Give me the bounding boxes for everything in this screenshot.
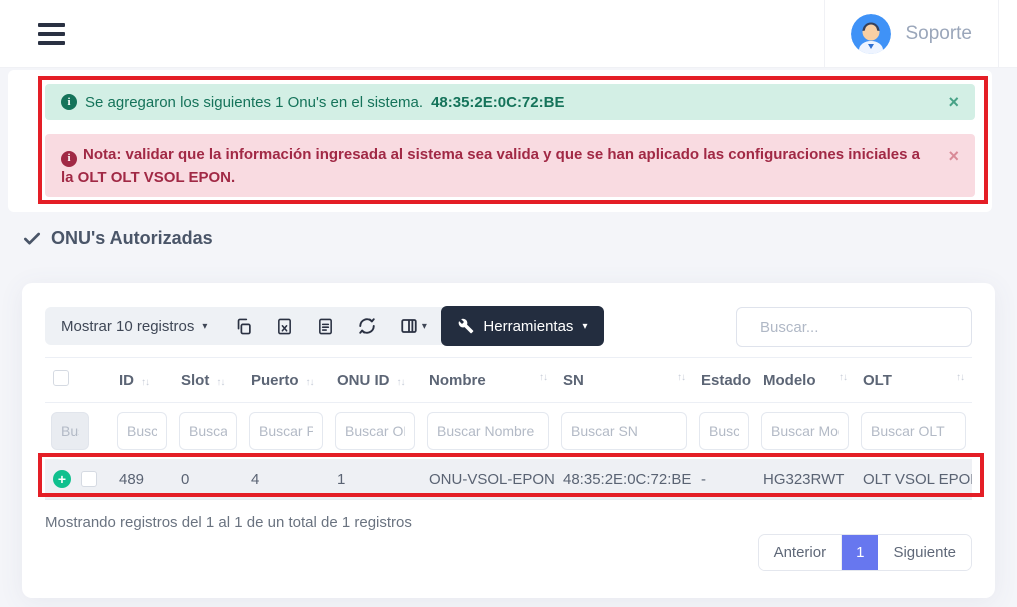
expand-row-button[interactable]: + bbox=[53, 470, 71, 488]
page-title: ONU's Autorizadas bbox=[22, 228, 213, 249]
pagination-prev-button[interactable]: Anterior bbox=[759, 535, 842, 570]
wrench-icon bbox=[458, 318, 474, 334]
filter-input-id[interactable] bbox=[117, 412, 167, 450]
filter-input-modelo[interactable] bbox=[761, 412, 849, 450]
cell-sn: 48:35:2E:0C:72:BE bbox=[555, 459, 693, 500]
column-header-olt[interactable]: OLT↑↓ bbox=[855, 358, 972, 403]
chevron-down-icon: ▾ bbox=[202, 321, 207, 332]
column-header-estado[interactable]: Estado bbox=[693, 358, 755, 403]
pagination: Anterior 1 Siguiente bbox=[758, 534, 972, 571]
top-navbar: Soporte bbox=[0, 0, 1017, 68]
export-excel-button[interactable] bbox=[264, 307, 305, 345]
sort-icon[interactable]: ↑↓ bbox=[839, 372, 847, 383]
filter-input-nombre[interactable] bbox=[427, 412, 549, 450]
cell-modelo: HG323RWT bbox=[755, 459, 855, 500]
herramientas-label: Herramientas bbox=[483, 318, 573, 335]
cell-olt: OLT VSOL EPON bbox=[855, 459, 972, 500]
column-header-puerto[interactable]: Puerto↑↓ bbox=[243, 358, 329, 403]
column-header-onu-id[interactable]: ONU ID↑↓ bbox=[329, 358, 421, 403]
pagination-next-button[interactable]: Siguiente bbox=[878, 535, 971, 570]
onu-table: ID↑↓ Slot↑↓ Puerto↑↓ ONU ID↑↓ Nombre↑↓ S… bbox=[45, 357, 972, 500]
export-document-button[interactable] bbox=[305, 307, 346, 345]
success-alert-mac: 48:35:2E:0C:72:BE bbox=[431, 94, 564, 111]
column-header-id[interactable]: ID↑↓ bbox=[111, 358, 173, 403]
warning-alert: iNota: validar que la información ingres… bbox=[45, 134, 975, 197]
cell-onu-id: 1 bbox=[329, 459, 421, 500]
header-select-all bbox=[45, 358, 111, 403]
table-header-row: ID↑↓ Slot↑↓ Puerto↑↓ ONU ID↑↓ Nombre↑↓ S… bbox=[45, 358, 972, 403]
hamburger-menu-icon[interactable] bbox=[38, 23, 65, 50]
filter-input-select bbox=[51, 412, 89, 450]
user-avatar bbox=[851, 14, 891, 54]
user-menu[interactable]: Soporte bbox=[824, 0, 999, 68]
cell-nombre: ONU-VSOL-EPON bbox=[421, 459, 555, 500]
toolbar-button-group: Mostrar 10 registros ▾ ▾ Herramientas bbox=[45, 307, 604, 345]
check-icon bbox=[22, 229, 42, 249]
refresh-button[interactable] bbox=[346, 307, 387, 345]
table-toolbar: Mostrar 10 registros ▾ ▾ Herramientas bbox=[45, 307, 604, 345]
search-input[interactable] bbox=[760, 319, 959, 336]
select-all-checkbox[interactable] bbox=[53, 370, 69, 386]
filter-input-estado[interactable] bbox=[699, 412, 749, 450]
close-icon[interactable]: × bbox=[948, 93, 959, 111]
herramientas-dropdown-button[interactable]: Herramientas ▾ bbox=[441, 306, 604, 346]
table-filter-row bbox=[45, 403, 972, 460]
sort-icon[interactable]: ↑↓ bbox=[677, 372, 685, 383]
show-records-dropdown[interactable]: Mostrar 10 registros ▾ bbox=[45, 307, 223, 345]
onu-table-card: Mostrar 10 registros ▾ ▾ Herramientas bbox=[22, 283, 995, 598]
cell-id: 489 bbox=[111, 459, 173, 500]
file-text-icon bbox=[317, 318, 334, 335]
copy-button[interactable] bbox=[223, 307, 264, 345]
column-header-nombre[interactable]: Nombre↑↓ bbox=[421, 358, 555, 403]
chevron-down-icon: ▾ bbox=[422, 321, 427, 332]
chevron-down-icon: ▾ bbox=[582, 321, 587, 332]
warning-alert-message: Nota: validar que la información ingresa… bbox=[61, 146, 920, 186]
row-checkbox[interactable] bbox=[81, 471, 97, 487]
cell-estado: - bbox=[693, 459, 755, 500]
records-info-label: Mostrando registros del 1 al 1 de un tot… bbox=[45, 514, 412, 531]
sort-icon[interactable]: ↑↓ bbox=[539, 372, 547, 383]
filter-input-slot[interactable] bbox=[179, 412, 237, 450]
columns-icon bbox=[400, 317, 418, 335]
close-icon[interactable]: × bbox=[948, 147, 959, 165]
user-name-label: Soporte bbox=[905, 23, 972, 45]
cell-puerto: 4 bbox=[243, 459, 329, 500]
column-header-sn[interactable]: SN↑↓ bbox=[555, 358, 693, 403]
excel-file-icon bbox=[276, 318, 293, 335]
show-records-label: Mostrar 10 registros bbox=[61, 318, 194, 335]
sort-icon[interactable]: ↑↓ bbox=[216, 377, 224, 388]
success-alert: i Se agregaron los siguientes 1 Onu's en… bbox=[45, 84, 975, 120]
info-circle-icon: i bbox=[61, 94, 77, 110]
sort-icon[interactable]: ↑↓ bbox=[397, 377, 405, 388]
copy-icon bbox=[235, 318, 252, 335]
sort-icon[interactable]: ↑↓ bbox=[306, 377, 314, 388]
column-visibility-dropdown[interactable]: ▾ bbox=[387, 307, 439, 345]
pagination-page-1[interactable]: 1 bbox=[841, 535, 878, 570]
column-header-modelo[interactable]: Modelo↑↓ bbox=[755, 358, 855, 403]
info-circle-icon: i bbox=[61, 151, 77, 167]
filter-input-olt[interactable] bbox=[861, 412, 966, 450]
filter-input-onu-id[interactable] bbox=[335, 412, 415, 450]
filter-input-sn[interactable] bbox=[561, 412, 687, 450]
refresh-icon bbox=[358, 317, 376, 335]
filter-input-puerto[interactable] bbox=[249, 412, 323, 450]
page-title-label: ONU's Autorizadas bbox=[51, 228, 213, 249]
table-search bbox=[736, 307, 972, 347]
column-header-slot[interactable]: Slot↑↓ bbox=[173, 358, 243, 403]
sort-icon[interactable]: ↑↓ bbox=[141, 377, 149, 388]
table-row[interactable]: + 489 0 4 1 ONU-VSOL-EPON 48:35:2E:0C:72… bbox=[45, 459, 972, 500]
cell-slot: 0 bbox=[173, 459, 243, 500]
success-alert-message: Se agregaron los siguientes 1 Onu's en e… bbox=[85, 94, 423, 111]
sort-icon[interactable]: ↑↓ bbox=[956, 372, 964, 383]
